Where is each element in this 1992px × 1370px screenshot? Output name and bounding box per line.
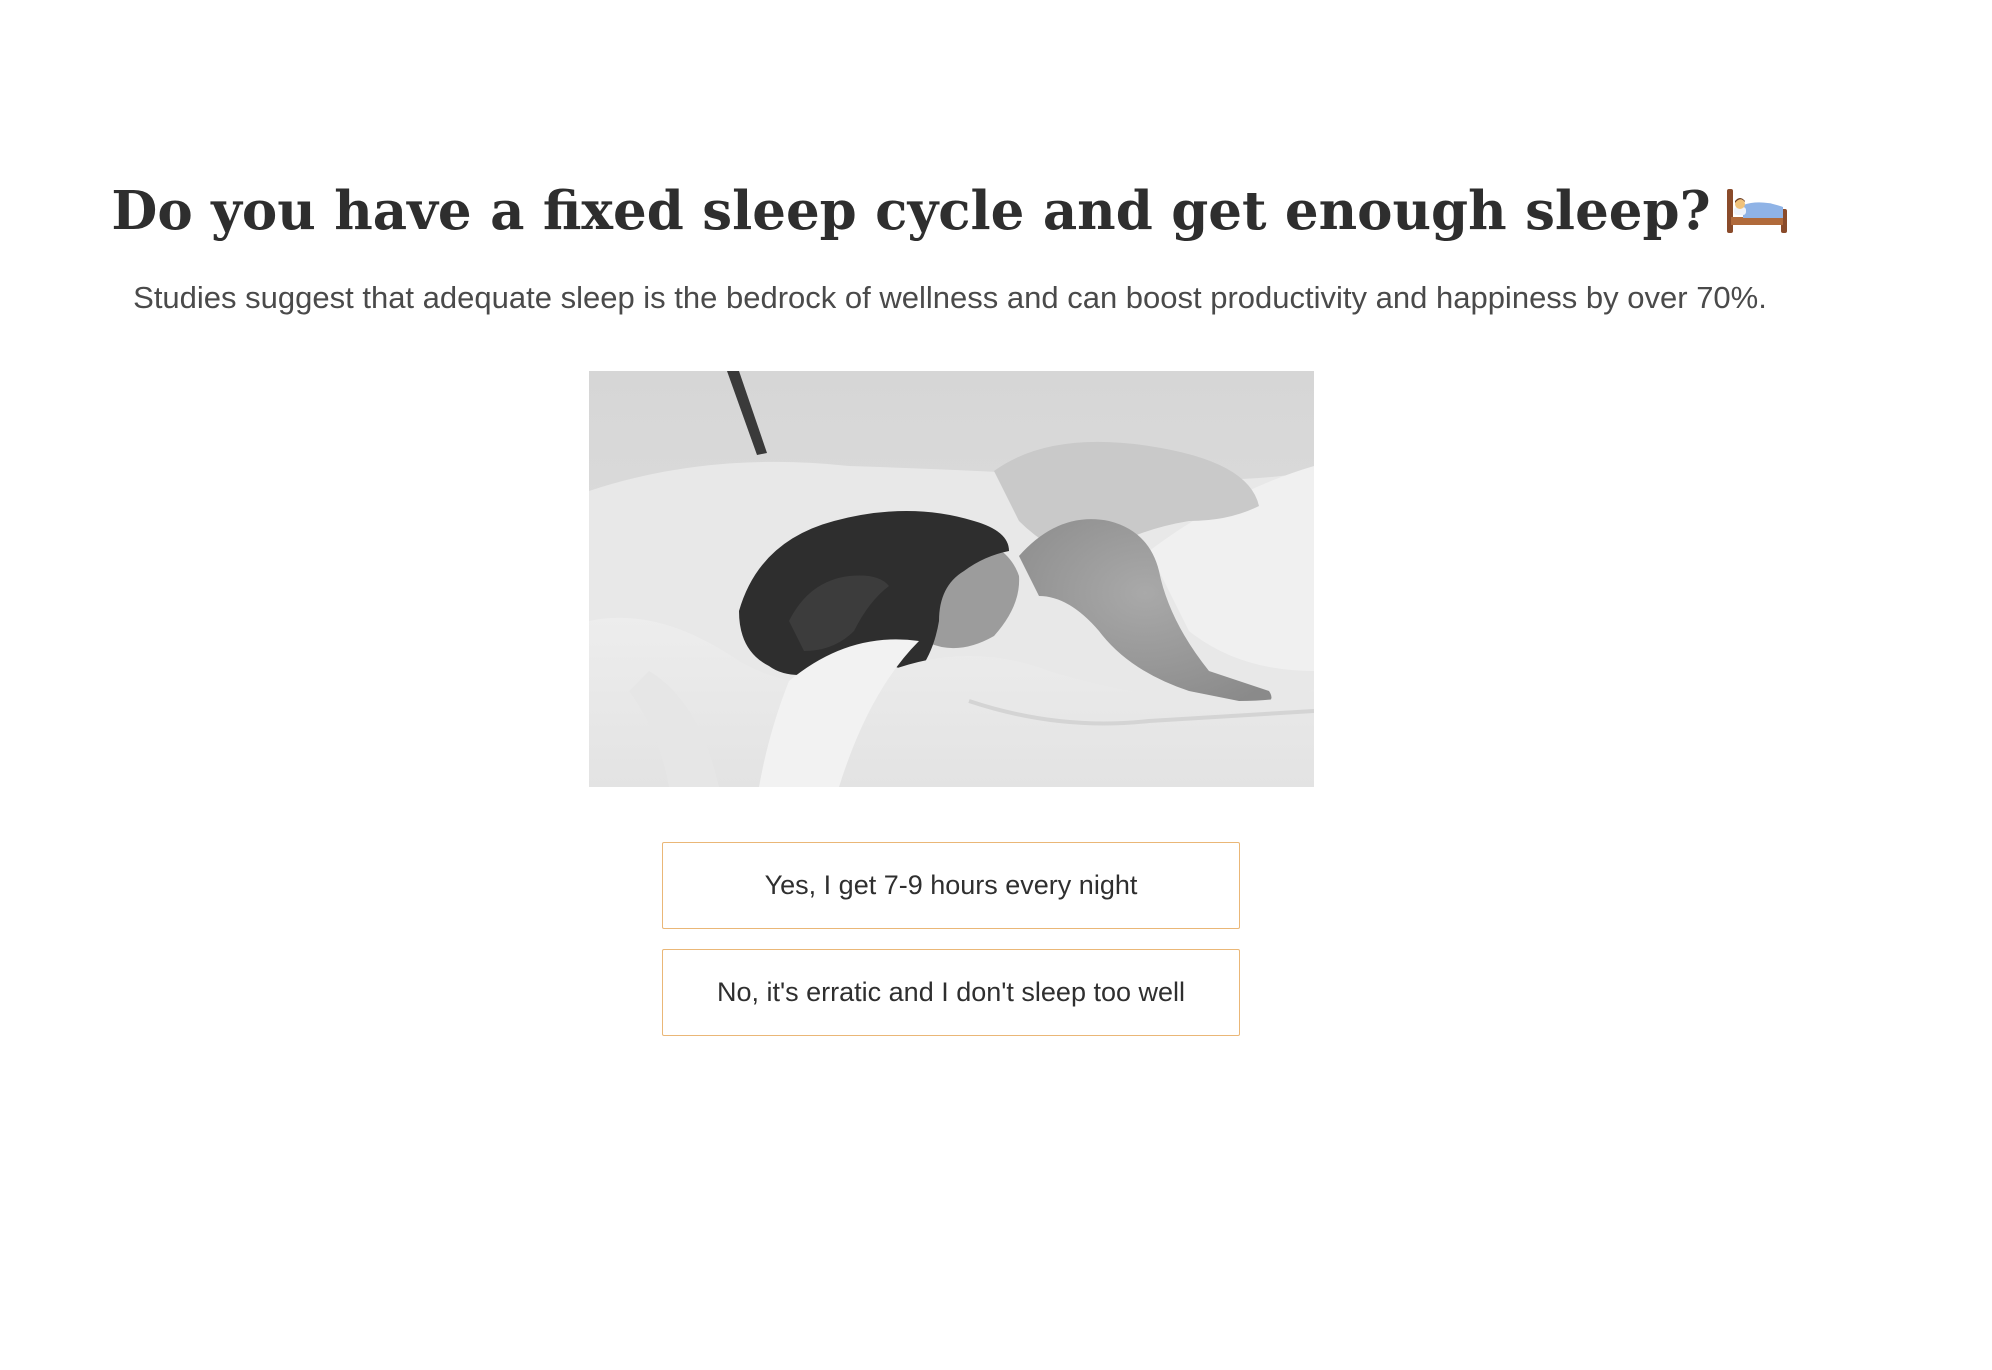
question-subtitle: Studies suggest that adequate sleep is t… — [133, 280, 1767, 315]
question-title-text: Do you have a fixed sleep cycle and get … — [111, 180, 1711, 242]
quiz-page: Do you have a fixed sleep cycle and get … — [0, 0, 1992, 1370]
question-title: Do you have a fixed sleep cycle and get … — [0, 173, 1900, 249]
bed-icon — [1726, 189, 1787, 233]
answer-no-button[interactable]: No, it's erratic and I don't sleep too w… — [662, 949, 1240, 1036]
sleeping-person-photo — [589, 371, 1314, 787]
answer-yes-button[interactable]: Yes, I get 7-9 hours every night — [662, 842, 1240, 929]
